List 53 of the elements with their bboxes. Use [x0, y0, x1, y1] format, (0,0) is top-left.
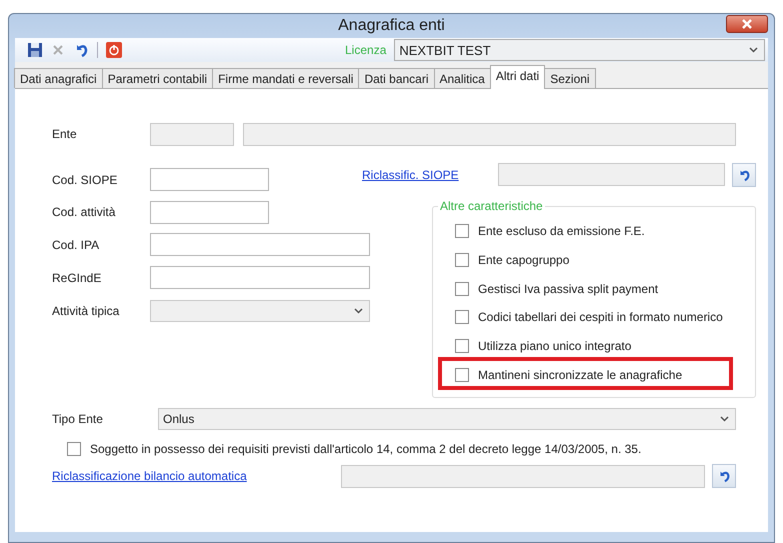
tab[interactable]: Dati anagrafici — [14, 68, 103, 88]
field-label: Cod. SIOPE — [52, 172, 118, 186]
checkbox[interactable] — [67, 442, 81, 456]
tab[interactable]: Altri dati — [490, 65, 546, 89]
input-field[interactable] — [341, 464, 705, 488]
delete-icon[interactable] — [51, 43, 65, 57]
tab[interactable]: Sezioni — [544, 68, 596, 88]
field-label: Ente — [52, 127, 78, 141]
checkbox[interactable] — [455, 253, 469, 268]
close-button[interactable] — [726, 15, 768, 33]
input-field[interactable] — [150, 233, 370, 256]
chevron-icon — [720, 416, 729, 422]
window-title: Anagrafica enti — [338, 17, 445, 35]
close-icon — [741, 19, 753, 29]
chevron-icon — [749, 47, 758, 53]
license-dropdown[interactable]: NEXTBIT TEST — [394, 39, 765, 61]
tab[interactable]: Firme mandati e reversali — [212, 68, 360, 88]
field-label: Cod. IPA — [52, 238, 100, 252]
tab[interactable]: Analitica — [434, 68, 491, 88]
power-icon[interactable] — [106, 42, 122, 58]
checkbox-label: Codici tabellari dei cespiti in formato numerico — [478, 310, 723, 324]
checkbox[interactable] — [455, 339, 469, 354]
checkbox[interactable] — [455, 224, 469, 238]
input-field[interactable] — [243, 122, 736, 146]
input-field[interactable] — [150, 168, 269, 191]
chevron-icon — [354, 308, 363, 314]
checkbox-label: Soggetto in possesso dei requisiti previsti dall'articolo 14, comma 2 del decreto legge 14/03/2005, n. 35. — [90, 442, 642, 456]
tab[interactable]: Parametri contabili — [102, 68, 214, 88]
undo-button[interactable] — [712, 464, 736, 488]
bilancio-link[interactable]: Riclassificazione bilancio automatica — [52, 469, 341, 483]
undo-button[interactable] — [732, 162, 756, 186]
checkbox-label: Gestisci Iva passiva split payment — [478, 282, 658, 296]
siope-link[interactable]: Riclassific. SIOPE — [362, 168, 498, 182]
save-icon[interactable] — [27, 42, 43, 58]
field-label: Attività tipica — [52, 304, 120, 318]
checkbox-label: Utilizza piano unico integrato — [478, 339, 632, 354]
tab[interactable]: Dati bancari — [358, 68, 434, 88]
field-label: Tipo Ente — [52, 412, 104, 426]
input-field[interactable] — [150, 122, 234, 146]
checkbox-label: Ente capogruppo — [478, 253, 570, 268]
checkbox[interactable] — [455, 368, 469, 382]
input-field[interactable] — [498, 163, 725, 186]
checkbox[interactable] — [455, 310, 469, 324]
field-label: ReGIndE — [52, 270, 102, 284]
checkbox[interactable] — [455, 282, 469, 296]
field-label: Cod. attività — [52, 205, 116, 219]
checkbox-label: Mantineni sincronizzate le anagrafiche — [478, 368, 682, 382]
input-field[interactable] — [150, 266, 370, 289]
group-title: Altre caratteristiche — [438, 199, 545, 213]
checkbox-label: Ente escluso da emissione F.E. — [478, 224, 645, 238]
license-label: Licenza — [345, 43, 386, 57]
input-field[interactable] — [150, 200, 269, 224]
dropdown[interactable]: Onlus — [158, 408, 736, 430]
